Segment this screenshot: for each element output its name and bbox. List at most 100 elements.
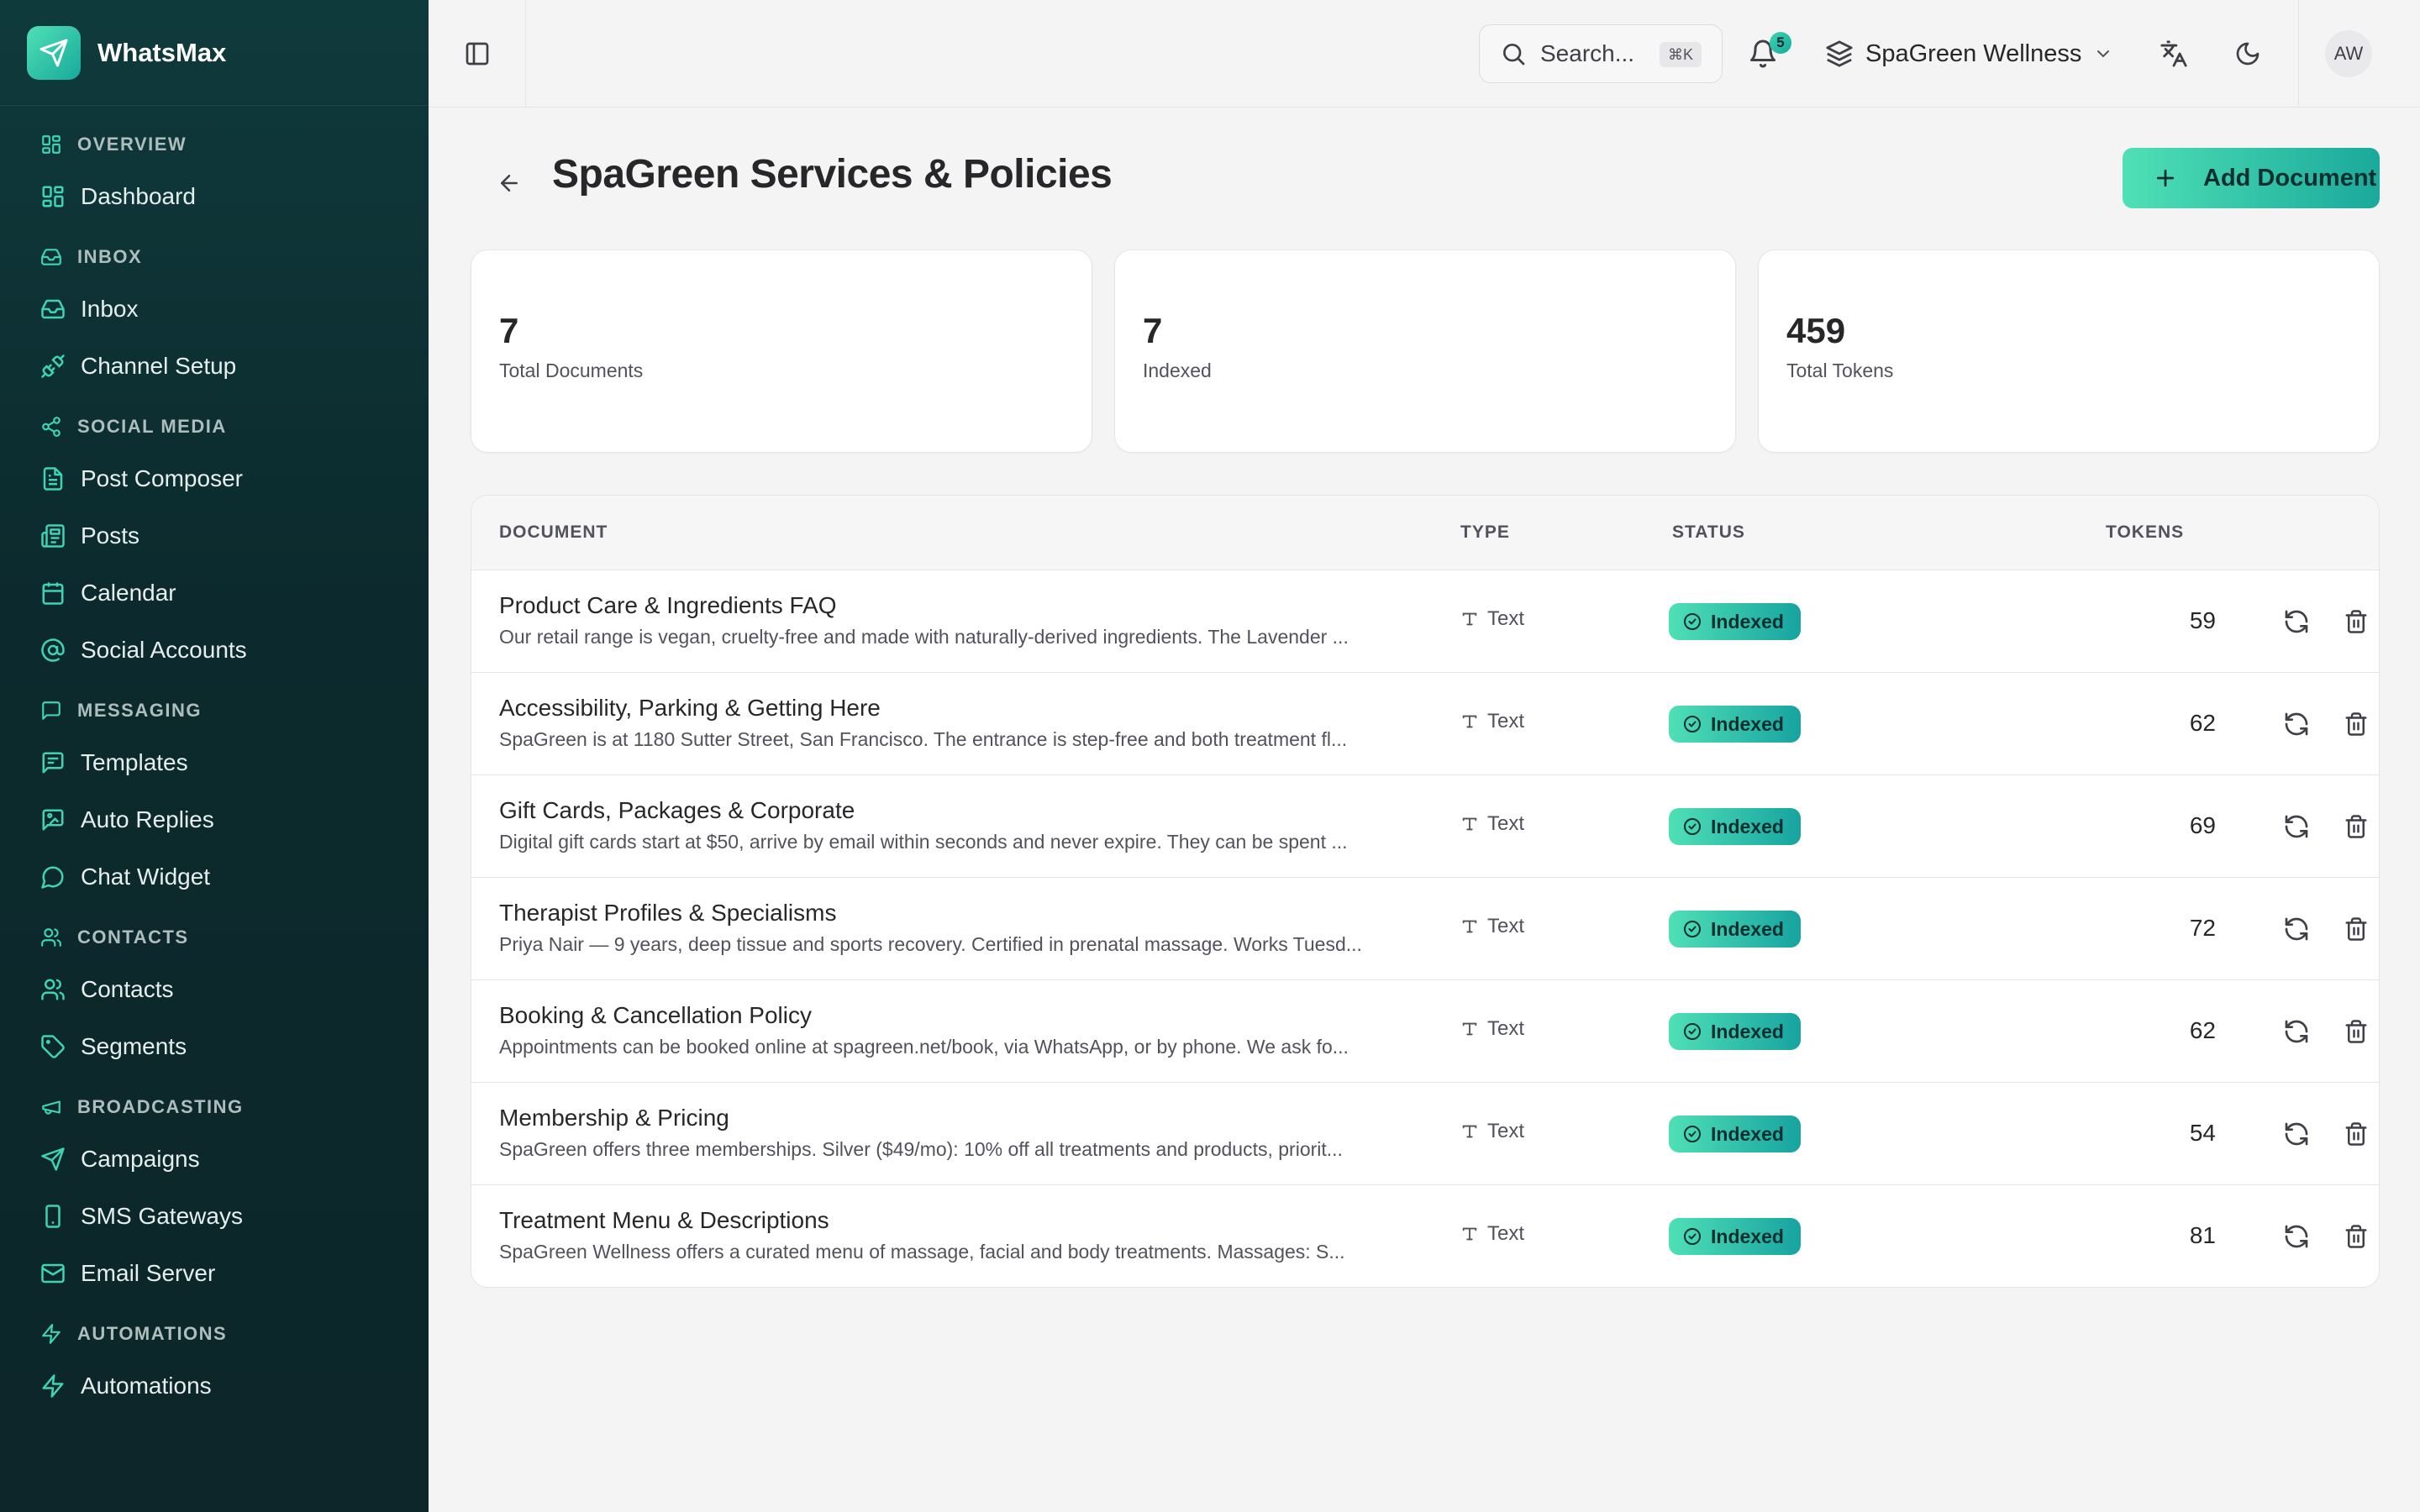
sidebar-item-social-accounts[interactable]: Social Accounts (0, 622, 429, 679)
delete-button[interactable] (2341, 1221, 2371, 1252)
message-circle-icon (41, 866, 64, 889)
zap-icon (42, 1324, 60, 1344)
document-description: Priya Nair — 9 years, deep tissue and sp… (499, 933, 1362, 955)
stat-label: Indexed (1143, 360, 1212, 381)
table-row[interactable]: Therapist Profiles & Specialisms Priya N… (471, 878, 2379, 980)
notifications-button[interactable]: 5 (1748, 32, 1791, 72)
sidebar-item-campaigns[interactable]: Campaigns (0, 1131, 429, 1188)
sidebar-item-label: Chat Widget (81, 864, 211, 890)
reindex-button[interactable] (2281, 606, 2312, 637)
brand[interactable]: WhatsMax (0, 0, 429, 106)
check-circle-icon (1684, 613, 1701, 630)
section-inbox: INBOX (0, 234, 429, 281)
plug-icon (41, 354, 65, 378)
section-contacts: CONTACTS (0, 914, 429, 961)
sidebar-toggle-button[interactable] (429, 0, 526, 107)
delete-button[interactable] (2341, 811, 2371, 842)
reindex-button[interactable] (2281, 811, 2312, 842)
sidebar-item-channel-setup[interactable]: Channel Setup (0, 338, 429, 395)
sidebar-item-posts[interactable]: Posts (0, 507, 429, 564)
reindex-button[interactable] (2281, 1016, 2312, 1047)
search-input[interactable]: Search... ⌘K (1479, 24, 1723, 83)
reindex-button[interactable] (2281, 1119, 2312, 1149)
at-sign-icon (41, 638, 65, 662)
sidebar-item-automations[interactable]: Automations (0, 1357, 429, 1415)
sidebar-item-auto-replies[interactable]: Auto Replies (0, 791, 429, 848)
template-icon (42, 752, 64, 774)
sidebar-item-segments[interactable]: Segments (0, 1018, 429, 1075)
delete-button[interactable] (2341, 914, 2371, 944)
inbox-icon (41, 249, 61, 265)
section-label: INBOX (77, 246, 143, 267)
sidebar-item-dashboard[interactable]: Dashboard (0, 168, 429, 225)
table-body: Product Care & Ingredients FAQ Our retai… (471, 570, 2379, 1287)
add-document-button[interactable]: Add Document (2123, 148, 2380, 208)
token-count: 59 (2189, 607, 2216, 633)
status-badge: Indexed (1669, 1218, 1801, 1255)
reindex-button[interactable] (2281, 914, 2312, 944)
delete-button[interactable] (2341, 709, 2371, 739)
reindex-button[interactable] (2281, 1221, 2312, 1252)
search-placeholder: Search... (1540, 40, 1635, 66)
sidebar-item-inbox[interactable]: Inbox (0, 281, 429, 338)
sidebar-item-email-server[interactable]: Email Server (0, 1245, 429, 1302)
status-badge: Indexed (1669, 1116, 1801, 1152)
plus-icon (2156, 169, 2175, 187)
column-header-document[interactable]: DOCUMENT (499, 522, 608, 543)
theme-toggle-button[interactable] (2231, 37, 2265, 71)
check-circle-icon (1684, 1023, 1701, 1040)
file-text-icon (43, 467, 63, 491)
text-type-icon (1462, 1125, 1477, 1138)
status-label: Indexed (1711, 1122, 1784, 1145)
delete-button[interactable] (2341, 606, 2371, 637)
stat-value: 7 (499, 311, 519, 350)
dashboard-icon (42, 186, 64, 207)
table-header: DOCUMENT TYPE STATUS TOKENS (471, 496, 2379, 570)
sidebar-item-label: Inbox (81, 296, 139, 322)
sidebar-item-post-composer[interactable]: Post Composer (0, 450, 429, 507)
table-row[interactable]: Treatment Menu & Descriptions SpaGreen W… (471, 1185, 2379, 1287)
table-row[interactable]: Membership & Pricing SpaGreen offers thr… (471, 1083, 2379, 1185)
refresh-icon (2285, 917, 2308, 941)
table-row[interactable]: Product Care & Ingredients FAQ Our retai… (471, 570, 2379, 673)
status-label: Indexed (1711, 1225, 1784, 1247)
delete-button[interactable] (2341, 1119, 2371, 1149)
reindex-button[interactable] (2281, 709, 2312, 739)
sidebar-item-templates[interactable]: Templates (0, 734, 429, 791)
column-header-status[interactable]: STATUS (1672, 522, 1745, 543)
table-row[interactable]: Gift Cards, Packages & Corporate Digital… (471, 775, 2379, 878)
topbar: Search... ⌘K 5 SpaGreen Wellness AW (429, 0, 2420, 108)
column-header-type[interactable]: TYPE (1460, 522, 1510, 543)
sidebar-item-label: Posts (81, 522, 140, 549)
language-button[interactable] (2157, 37, 2191, 71)
text-type-icon (1462, 817, 1477, 831)
document-title: Therapist Profiles & Specialisms (499, 900, 837, 926)
token-count: 62 (2189, 710, 2216, 736)
workspace-switcher[interactable]: SpaGreen Wellness (1825, 25, 2113, 82)
document-description: Our retail range is vegan, cruelty-free … (499, 626, 1349, 648)
check-circle-icon (1684, 1126, 1701, 1142)
sidebar-item-calendar[interactable]: Calendar (0, 564, 429, 622)
sidebar-item-label: Dashboard (81, 183, 196, 209)
status-badge: Indexed (1669, 808, 1801, 845)
table-row[interactable]: Accessibility, Parking & Getting Here Sp… (471, 673, 2379, 775)
table-row[interactable]: Booking & Cancellation Policy Appointmen… (471, 980, 2379, 1083)
sidebar-item-chat-widget[interactable]: Chat Widget (0, 848, 429, 906)
sidebar-item-label: Automations (81, 1373, 212, 1399)
status-badge: Indexed (1669, 706, 1801, 743)
delete-button[interactable] (2341, 1016, 2371, 1047)
back-button[interactable] (486, 160, 533, 207)
token-count: 54 (2189, 1120, 2216, 1146)
section-label: MESSAGING (77, 700, 202, 721)
user-avatar[interactable]: AW (2325, 30, 2372, 77)
sidebar-item-label: Email Server (81, 1260, 216, 1286)
column-header-tokens[interactable]: TOKENS (2106, 522, 2184, 543)
smartphone-icon (45, 1205, 60, 1228)
sidebar-item-sms-gateways[interactable]: SMS Gateways (0, 1188, 429, 1245)
sidebar-item-contacts[interactable]: Contacts (0, 961, 429, 1018)
stat-label: Total Tokens (1786, 360, 1894, 381)
page-title: SpaGreen Services & Policies (552, 152, 1113, 197)
trash-icon (2345, 815, 2367, 838)
send-icon (41, 1147, 65, 1171)
trash-icon (2345, 917, 2367, 941)
